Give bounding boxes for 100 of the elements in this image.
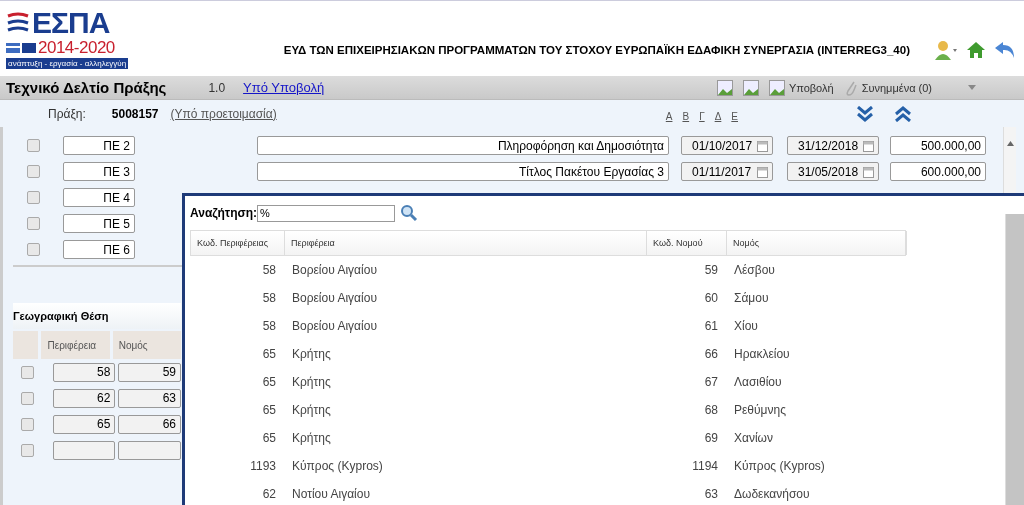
table-cell-text: Λασιθίου bbox=[733, 375, 783, 389]
action-status-link[interactable]: (Υπό προετοιμασία) bbox=[170, 106, 277, 121]
row-checkbox[interactable] bbox=[27, 191, 40, 204]
calendar-icon[interactable] bbox=[757, 165, 768, 178]
table-cell-text: Δωδεκανήσου bbox=[733, 487, 811, 501]
table-cell-text: Ηρακλείου bbox=[733, 347, 791, 361]
column-header: Περιφέρεια bbox=[41, 331, 110, 359]
header-title: ΕΥΔ ΤΩΝ ΕΠΙΧΕΙΡΗΣΙΑΚΩΝ ΠΡΟΓΡΑΜΜΑΤΩΝ ΤΟΥ ΣΤΟΧΟΥ ΕΥΡΩΠΑΪΚΗ ΕΔΑΦΙΚΗ ΣΥΝΕΡΓΑΣΙΑ (INTERREG3_40) bbox=[282, 43, 911, 56]
caret-icon[interactable] bbox=[968, 85, 976, 90]
table-cell-text: 1194 bbox=[691, 459, 719, 473]
table-cell-text: 69 bbox=[703, 431, 719, 445]
code-field[interactable]: ΠΕ 4 bbox=[63, 188, 135, 207]
table-cell-text: Κρήτης bbox=[291, 347, 332, 361]
prefecture-field[interactable]: 59 bbox=[118, 362, 181, 382]
table-cell-text: Κύπρος (Kypros) bbox=[291, 459, 384, 473]
title-field[interactable]: Τίτλος Πακέτου Εργασίας 3 bbox=[257, 162, 669, 181]
action-code: 5008157 bbox=[111, 106, 159, 121]
logo-motto: ανάπτυξη - εργασία - αλληλεγγύη bbox=[6, 58, 129, 69]
row-checkbox[interactable] bbox=[27, 139, 40, 152]
column-header[interactable]: Κωδ. Περιφέρειας bbox=[191, 231, 285, 255]
section-title: Γεωγραφική Θέση bbox=[13, 303, 181, 329]
column-header: Νομός bbox=[112, 331, 181, 359]
image-icon bbox=[742, 79, 759, 96]
title-field[interactable]: Πληροφόρηση και Δημοσιότητα bbox=[257, 136, 669, 155]
table-cell-text: Κύπρος (Kypros) bbox=[733, 459, 826, 473]
table-cell-text: 58 bbox=[261, 263, 277, 277]
wave-icon bbox=[6, 12, 30, 34]
calendar-icon[interactable] bbox=[863, 165, 874, 178]
table-cell-text: 61 bbox=[703, 319, 719, 333]
page-title: Τεχνικό Δελτίο Πράξης bbox=[6, 79, 167, 96]
code-field[interactable]: ΠΕ 5 bbox=[63, 214, 135, 233]
table-cell-text: Κρήτης bbox=[291, 403, 332, 417]
section-link[interactable]: Α bbox=[665, 111, 673, 122]
table-cell-text: 60 bbox=[703, 291, 719, 305]
table-cell-text: 66 bbox=[703, 347, 719, 361]
flags-icon bbox=[6, 43, 36, 53]
table-cell-text: 58 bbox=[261, 291, 277, 305]
section-link[interactable]: Γ bbox=[699, 111, 705, 122]
double-chevron-down-icon[interactable] bbox=[856, 105, 874, 122]
table-cell-text: Βορείου Αιγαίου bbox=[291, 291, 378, 305]
scroll-up-icon[interactable] bbox=[1006, 141, 1014, 146]
end-date-field[interactable]: 31/05/2018 bbox=[787, 162, 879, 181]
table-cell-text: Λέσβου bbox=[733, 263, 776, 277]
submit-button[interactable]: Υποβολή bbox=[768, 79, 834, 96]
section-link[interactable]: Δ bbox=[714, 111, 722, 122]
prefecture-field[interactable]: 66 bbox=[118, 414, 181, 434]
logo-years: 2014-2020 bbox=[38, 38, 115, 58]
amount-field[interactable]: 600.000,00 bbox=[890, 162, 986, 181]
table-cell-text: 65 bbox=[261, 375, 277, 389]
row-checkbox[interactable] bbox=[21, 443, 34, 457]
double-chevron-up-icon[interactable] bbox=[894, 105, 912, 122]
table-cell-text: 65 bbox=[261, 403, 277, 417]
table-cell-text: Χίου bbox=[733, 319, 759, 333]
table-cell-text: Κρήτης bbox=[291, 431, 332, 445]
start-date-field[interactable]: 01/11/2017 bbox=[681, 162, 773, 181]
table-cell-text: Βορείου Αιγαίου bbox=[291, 319, 378, 333]
prefecture-field[interactable] bbox=[118, 440, 181, 460]
section-link[interactable]: Β bbox=[682, 111, 690, 122]
status-link[interactable]: Υπό Υποβολή bbox=[243, 80, 325, 95]
user-icon[interactable] bbox=[934, 39, 958, 60]
table-cell-text: 65 bbox=[261, 431, 277, 445]
column-header[interactable]: Περιφέρεια bbox=[285, 231, 647, 255]
amount-field[interactable]: 500.000,00 bbox=[890, 136, 986, 155]
scrollbar[interactable] bbox=[1005, 214, 1024, 505]
row-checkbox[interactable] bbox=[21, 417, 34, 431]
row-checkbox[interactable] bbox=[21, 365, 34, 379]
row-checkbox[interactable] bbox=[27, 243, 40, 256]
end-date-field[interactable]: 31/12/2018 bbox=[787, 136, 879, 155]
row-checkbox[interactable] bbox=[21, 391, 34, 405]
search-icon[interactable] bbox=[400, 204, 419, 222]
table-cell-text: Ρεθύμνης bbox=[733, 403, 787, 417]
table-cell-text: 62 bbox=[261, 487, 277, 501]
column-header[interactable]: Κωδ. Νομού bbox=[647, 231, 727, 255]
code-field[interactable]: ΠΕ 3 bbox=[63, 162, 135, 181]
search-field[interactable]: % bbox=[257, 204, 396, 222]
table-cell-text: Χανίων bbox=[733, 431, 774, 445]
prefecture-field[interactable]: 63 bbox=[118, 388, 181, 408]
column-header[interactable]: Νομός bbox=[727, 231, 907, 255]
search-label: Αναζήτηση: bbox=[190, 206, 258, 220]
calendar-icon[interactable] bbox=[863, 139, 874, 152]
code-field[interactable]: ΠΕ 6 bbox=[63, 240, 135, 259]
table-cell-text: 68 bbox=[703, 403, 719, 417]
calendar-icon[interactable] bbox=[757, 139, 768, 152]
home-icon[interactable] bbox=[966, 40, 986, 59]
table-cell-text: Νοτίου Αιγαίου bbox=[291, 487, 371, 501]
region-field[interactable]: 58 bbox=[52, 362, 116, 382]
code-field[interactable]: ΠΕ 2 bbox=[63, 136, 135, 155]
section-link[interactable]: Ε bbox=[731, 111, 738, 122]
row-checkbox[interactable] bbox=[27, 217, 40, 230]
row-checkbox[interactable] bbox=[27, 165, 40, 178]
back-arrow-icon[interactable] bbox=[994, 39, 1016, 60]
logo-name: ΕΣΠΑ bbox=[32, 8, 110, 38]
region-field[interactable]: 65 bbox=[52, 414, 116, 434]
region-field[interactable]: 62 bbox=[52, 388, 116, 408]
version-label: 1.0 bbox=[208, 80, 226, 95]
action-label: Πράξη: bbox=[48, 106, 86, 121]
region-field[interactable] bbox=[52, 440, 116, 460]
start-date-field[interactable]: 01/10/2017 bbox=[681, 136, 773, 155]
attachments-button[interactable]: Συνημμένα (0) bbox=[843, 78, 932, 97]
table-cell-text: 67 bbox=[703, 375, 719, 389]
